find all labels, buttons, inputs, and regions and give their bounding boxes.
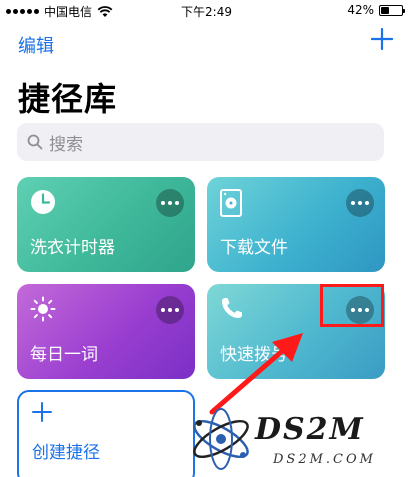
plus-icon	[32, 402, 52, 422]
add-button[interactable]	[370, 27, 394, 54]
search-placeholder: 搜索	[49, 134, 83, 155]
create-shortcut-button[interactable]: 创建捷径	[17, 390, 195, 477]
watermark-url: DS2M.COM	[273, 452, 376, 467]
create-shortcut-label: 创建捷径	[32, 443, 100, 463]
sun-icon	[30, 296, 56, 322]
page-title: 捷径库	[18, 80, 118, 118]
shortcut-label: 洗衣计时器	[30, 238, 115, 258]
shortcut-card-laundry-timer[interactable]: 洗衣计时器	[17, 177, 195, 272]
plus-icon	[370, 27, 394, 51]
watermark-logo: DS2M DS2M.COM	[185, 400, 413, 477]
status-bar: 中国电信 下午2:49 42%	[0, 0, 413, 20]
status-right: 42%	[347, 3, 405, 17]
phone-icon	[222, 298, 242, 318]
more-button[interactable]	[156, 296, 184, 324]
battery-icon	[379, 4, 405, 16]
search-input[interactable]: 搜索	[17, 123, 384, 161]
shortcut-label: 下载文件	[220, 238, 288, 258]
edit-button[interactable]: 编辑	[18, 32, 54, 58]
document-icon	[220, 189, 242, 217]
shortcut-card-word-of-day[interactable]: 每日一词	[17, 284, 195, 379]
atom-logo-icon	[193, 408, 249, 470]
search-icon	[27, 134, 43, 150]
highlight-annotation	[320, 284, 384, 327]
battery-percent: 42%	[347, 3, 374, 17]
shortcut-card-download-file[interactable]: 下载文件	[207, 177, 385, 272]
more-button[interactable]	[346, 189, 374, 217]
clock-icon	[31, 190, 55, 214]
watermark-text: DS2M	[255, 412, 365, 447]
shortcut-label: 每日一词	[30, 345, 98, 365]
more-button[interactable]	[156, 189, 184, 217]
